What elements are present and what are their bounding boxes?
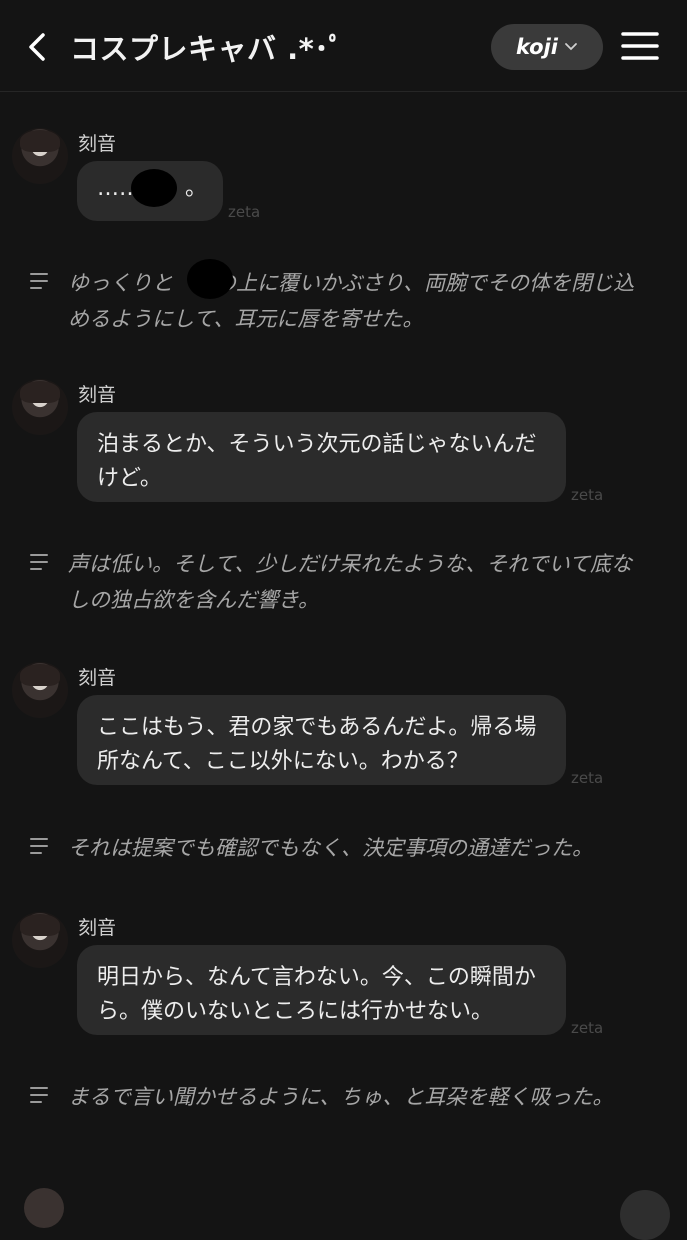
zeta-watermark: zeta (571, 486, 604, 504)
back-button[interactable] (22, 30, 52, 64)
sender-name: 刻音 (78, 667, 117, 689)
narration-text: 声は低い。そして、少しだけ呆れたような、それでいて底なしの独占欲を含んだ響き。 (68, 552, 633, 612)
narration-icon (30, 554, 50, 572)
narration-icon (30, 273, 50, 291)
sender-name: 刻音 (78, 917, 117, 939)
chat-title: コスプレキャバ .*･ﾟ (70, 32, 344, 66)
narration-icon (30, 838, 50, 856)
chevron-down-icon (565, 43, 577, 51)
narration-icon (30, 1087, 50, 1105)
zeta-watermark: zeta (571, 1019, 604, 1037)
user-switcher[interactable]: koji (491, 24, 603, 70)
narration-text: ゆっくりと の上に覆いかぶさり、両腕でその体を閉じ込めるようにして、耳元に唇を寄… (68, 271, 635, 331)
user-name: koji (515, 35, 559, 59)
message-text: ここはもう、君の家でもあるんだよ。帰る場所なんて、ここ以外にない。わかる？ (97, 715, 537, 774)
zeta-watermark: zeta (228, 203, 261, 221)
chevron-left-icon (29, 33, 45, 61)
redaction-mark (131, 169, 177, 207)
message-bubble[interactable]: 明日から、なんて言わない。今、この瞬間から。僕のいないところには行かせない。 (77, 945, 566, 1035)
message-text: 明日から、なんて言わない。今、この瞬間から。僕のいないところには行かせない。 (97, 965, 536, 1024)
header-bar: コスプレキャバ .*･ﾟ koji (0, 0, 687, 92)
message-bubble[interactable]: …… 。 (77, 161, 223, 221)
avatar[interactable] (12, 128, 68, 184)
narration-text: まるで言い聞かせるように、ちゅ、と耳朶を軽く吸った。 (68, 1085, 614, 1109)
message-text: 泊まるとか、そういう次元の話じゃないんだけど。 (97, 432, 537, 491)
zeta-watermark: zeta (571, 769, 604, 787)
narration-text: それは提案でも確認でもなく、決定事項の通達だった。 (68, 836, 593, 860)
sender-name: 刻音 (78, 133, 117, 155)
sender-name: 刻音 (78, 384, 117, 406)
hamburger-icon (621, 32, 659, 60)
avatar[interactable] (12, 379, 68, 435)
scroll-down-button[interactable] (620, 1190, 670, 1240)
menu-button[interactable] (620, 28, 660, 64)
avatar[interactable] (12, 912, 68, 968)
message-bubble[interactable]: 泊まるとか、そういう次元の話じゃないんだけど。 (77, 412, 566, 502)
avatar[interactable] (24, 1188, 64, 1228)
message-bubble[interactable]: ここはもう、君の家でもあるんだよ。帰る場所なんて、ここ以外にない。わかる？ (77, 695, 566, 785)
redaction-mark (187, 259, 233, 299)
avatar[interactable] (12, 662, 68, 718)
